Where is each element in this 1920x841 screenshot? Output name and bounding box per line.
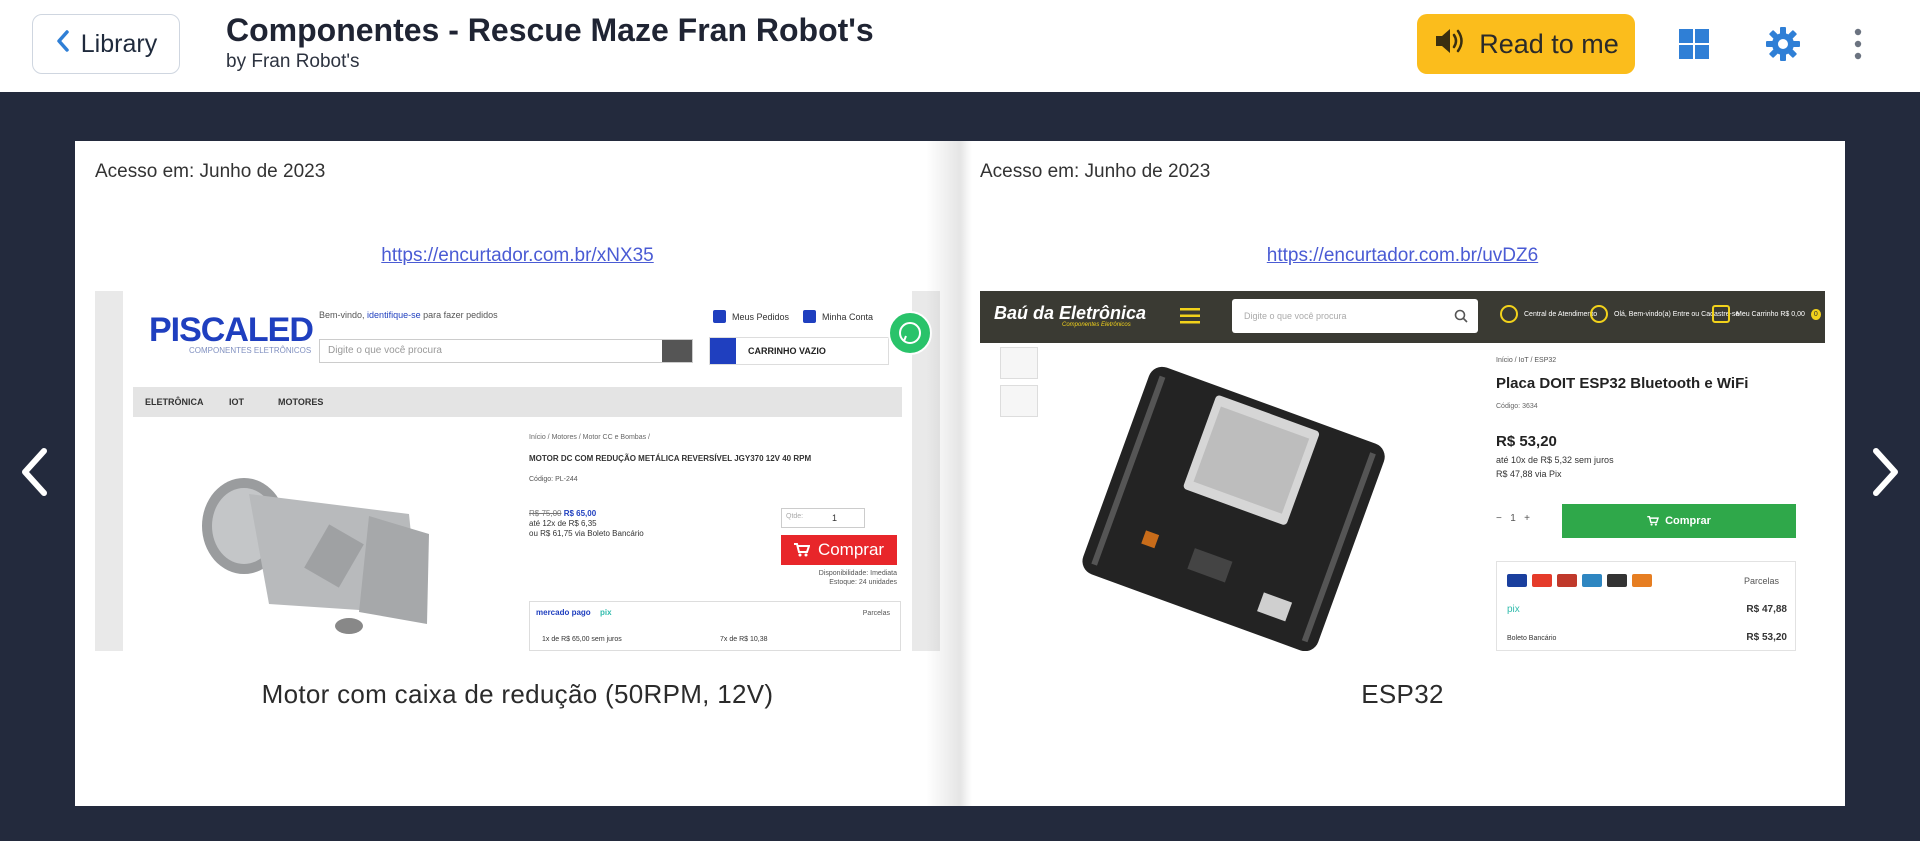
esp32-board-image [1082,366,1385,651]
read-to-me-label: Read to me [1479,28,1619,59]
shot-payment-box: mercado pago pix Parcelas 1x de R$ 65,00… [529,601,901,651]
orders-link: Meus Pedidos [713,310,789,323]
shot-qty: − 1 + [1496,513,1530,524]
shot-product-code: Código: PL-244 [529,476,578,483]
access-date: Acesso em: Junho de 2023 [95,161,326,182]
shot-price: R$ 53,20 [1496,433,1557,450]
shot-availability: Disponibilidade: Imediata Estoque: 24 un… [818,570,897,586]
shot-search-input: Digite o que você procura [319,339,693,363]
bau-eletronica-screenshot: Baú da Eletrônica Componentes Eletrônico… [980,291,1825,651]
library-back-button[interactable]: Library [32,14,180,74]
book-page-right: Acesso em: Junho de 2023 https://encurta… [960,141,1845,806]
shot-qty: Qtde: 1 [781,508,865,528]
shot-prices: R$ 75,00 R$ 65,00 até 12x de R$ 6,35 ou … [529,509,644,538]
library-back-label: Library [80,29,158,58]
source-link[interactable]: https://encurtador.com.br/uvDZ6 [960,245,1845,267]
hamburger-icon [1180,308,1200,324]
welcome-text: Bem-vindo, identifique-se para fazer ped… [319,310,498,320]
page-caption: Motor com caixa de redução (50RPM, 12V) [261,679,774,709]
speaker-icon [1433,26,1467,63]
bau-logo: Baú da Eletrônica [994,303,1147,323]
top-bar: Library Componentes - Rescue Maze Fran R… [0,0,1920,92]
account-link: Minha Conta [803,310,873,323]
whatsapp-icon [888,311,932,355]
piscaled-logo: PISCALED [149,311,314,349]
shot-breadcrumb: Início / IoT / ESP32 [1496,357,1557,364]
motor-image [202,478,429,634]
shot-buy-button: Comprar [781,535,897,565]
shot-product-code: Código: 3634 [1496,403,1538,410]
shot-search-input: Digite o que você procura [1232,299,1478,333]
gear-icon[interactable] [1765,26,1801,62]
book-page-left: Acesso em: Junho de 2023 https://encurta… [75,141,960,806]
thumbnail-2 [1000,385,1038,417]
more-vertical-icon[interactable] [1840,26,1876,62]
shot-installments: até 10x de R$ 5,32 sem juros R$ 47,88 vi… [1496,455,1614,479]
shot-menu-bar: ELETRÔNICA IOT MOTORES [133,387,902,417]
shot-product-title: MOTOR DC COM REDUÇÃO METÁLICA REVERSÍVEL… [529,454,812,463]
chevron-left-icon [55,29,71,60]
cart-icon [710,338,736,364]
shot-payment-box: Parcelas pix R$ 47,88 Boleto Bancário R$ 5… [1496,561,1796,651]
cart-link: Meu Carrinho R$ 0,00 0 [1712,305,1821,323]
piscaled-screenshot: PISCALED COMPONENTES ELETRÔNICOS Bem-vin… [95,291,940,651]
arrow-right-icon[interactable] [1866,442,1906,502]
grid-layout-icon[interactable] [1676,26,1712,62]
book-author: by Fran Robot's [226,51,360,72]
bau-logo-sub: Componentes Eletrônicos [1062,322,1131,328]
shot-cart: CARRINHO VAZIO [709,337,889,365]
shot-product-title: Placa DOIT ESP32 Bluetooth e WiFi [1496,375,1749,392]
book-title: Componentes - Rescue Maze Fran Robot's [226,12,874,48]
shot-breadcrumb: Início / Motores / Motor CC e Bombas / [529,434,650,441]
service-link: Central de Atendimento [1500,305,1597,323]
source-link[interactable]: https://encurtador.com.br/xNX35 [75,245,960,267]
page-caption: ESP32 [1361,679,1444,709]
card-brands [1507,574,1652,587]
search-icon [1454,309,1468,323]
read-to-me-button[interactable]: Read to me [1417,14,1635,74]
thumbnail-1 [1000,347,1038,379]
shot-header-bar: Baú da Eletrônica Componentes Eletrônico… [980,291,1825,343]
access-date: Acesso em: Junho de 2023 [980,161,1211,182]
search-icon [662,340,692,362]
piscaled-logo-sub: COMPONENTES ELETRÔNICOS [189,346,312,355]
arrow-left-icon[interactable] [14,442,54,502]
shot-buy-button: Comprar [1562,504,1796,538]
